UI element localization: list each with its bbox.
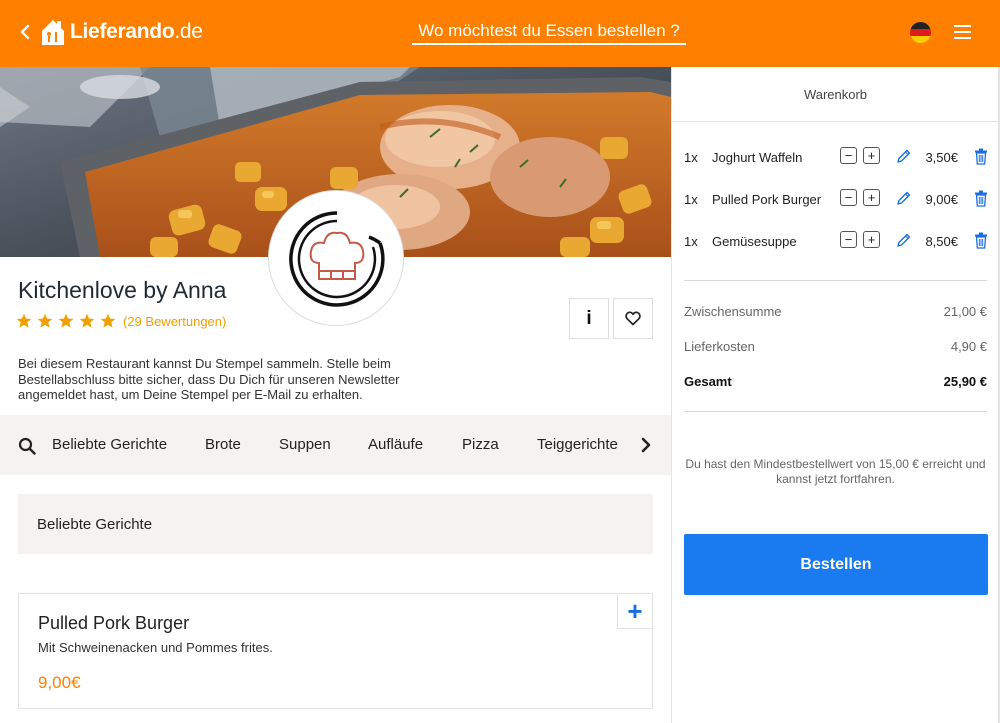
- subtotal-row: Zwischensumme 21,00 €: [684, 304, 987, 319]
- cart-item-name: Gemüsesuppe: [712, 234, 797, 249]
- menu-item-price: 9,00€: [38, 673, 81, 692]
- subtotal-label: Zwischensumme: [684, 304, 782, 319]
- cart-item-qty: 1x: [684, 192, 698, 207]
- cart-item-price: 3,50€: [925, 150, 958, 165]
- cart-item-qty: 1x: [684, 150, 698, 165]
- germany-flag-icon[interactable]: [910, 22, 931, 43]
- increase-button[interactable]: +: [863, 231, 880, 248]
- subtotal-value: 21,00 €: [943, 304, 987, 319]
- cart-title: Warenkorb: [672, 67, 999, 122]
- delivery-value: 4,90 €: [950, 339, 987, 354]
- total-row: Gesamt 25,90 €: [684, 374, 987, 389]
- cart-item: 1x Joghurt Waffeln − + 3,50€: [684, 147, 989, 167]
- delivery-row: Lieferkosten 4,90 €: [684, 339, 987, 354]
- cart-item-qty: 1x: [684, 234, 698, 249]
- star-icon: [16, 313, 32, 328]
- cart-panel: Warenkorb 1x Joghurt Waffeln − + 3,50€ 1…: [671, 67, 999, 723]
- search-icon[interactable]: [18, 437, 36, 455]
- lieferando-logo[interactable]: Lieferando.de: [40, 18, 203, 46]
- trash-icon[interactable]: [974, 190, 988, 207]
- cart-item: 1x Pulled Pork Burger − + 9,00€: [684, 189, 989, 209]
- decrease-button[interactable]: −: [840, 189, 857, 206]
- chef-hat-icon: [289, 211, 385, 307]
- cart-item-name: Pulled Pork Burger: [712, 192, 822, 207]
- restaurant-name: Kitchenlove by Anna: [18, 277, 227, 303]
- trash-icon[interactable]: [974, 232, 988, 249]
- review-count[interactable]: (29 Bewertungen): [123, 314, 226, 329]
- star-icon: [37, 313, 53, 328]
- back-chevron-icon[interactable]: [18, 22, 32, 42]
- decrease-button[interactable]: −: [840, 147, 857, 164]
- category-teiggerichte[interactable]: Teiggerichte: [537, 436, 618, 453]
- increase-button[interactable]: +: [863, 189, 880, 206]
- total-value: 25,90 €: [943, 374, 987, 389]
- minimum-order-message: Du hast den Mindestbestellwert von 15,00…: [685, 457, 986, 486]
- menu-item-description: Mit Schweinenacken und Pommes frites.: [38, 640, 273, 655]
- location-prompt[interactable]: Wo möchtest du Essen bestellen ?: [412, 21, 686, 45]
- delivery-label: Lieferkosten: [684, 339, 755, 354]
- trash-icon[interactable]: [974, 148, 988, 165]
- section-title: Beliebte Gerichte: [37, 516, 153, 533]
- pencil-icon[interactable]: [895, 232, 912, 249]
- increase-button[interactable]: +: [863, 147, 880, 164]
- category-auflaeufe[interactable]: Aufläufe: [368, 436, 423, 453]
- heart-icon: [625, 311, 641, 326]
- star-icon: [58, 313, 74, 328]
- divider: [684, 411, 987, 412]
- divider: [684, 280, 987, 281]
- restaurant-logo: [268, 190, 404, 326]
- total-label: Gesamt: [684, 374, 732, 389]
- category-pizza[interactable]: Pizza: [462, 436, 499, 453]
- category-suppen[interactable]: Suppen: [279, 436, 331, 453]
- cart-item-price: 9,00€: [925, 192, 958, 207]
- info-button[interactable]: i: [569, 298, 609, 339]
- menu-item-card[interactable]: Pulled Pork Burger Mit Schweinenacken un…: [18, 593, 653, 709]
- favorite-button[interactable]: [613, 298, 653, 339]
- logo-text: Lieferando.de: [70, 20, 203, 43]
- pencil-icon[interactable]: [895, 148, 912, 165]
- star-icon: [100, 313, 116, 328]
- chevron-right-icon[interactable]: [639, 436, 653, 454]
- star-icon: [79, 313, 95, 328]
- rating-stars[interactable]: (29 Bewertungen): [16, 313, 226, 329]
- top-header: Lieferando.de Wo möchtest du Essen beste…: [0, 0, 1000, 67]
- decrease-button[interactable]: −: [840, 231, 857, 248]
- cart-item-price: 8,50€: [925, 234, 958, 249]
- restaurant-description: Bei diesem Restaurant kannst Du Stempel …: [18, 356, 400, 402]
- menu-item-name: Pulled Pork Burger: [38, 613, 190, 633]
- section-header: Beliebte Gerichte: [18, 494, 653, 554]
- cart-item: 1x Gemüsesuppe − + 8,50€: [684, 231, 989, 251]
- order-button[interactable]: Bestellen: [684, 534, 988, 595]
- house-logo-icon: [42, 20, 64, 45]
- add-item-button[interactable]: +: [617, 594, 652, 629]
- category-beliebte-gerichte[interactable]: Beliebte Gerichte: [52, 436, 167, 453]
- category-brote[interactable]: Brote: [205, 436, 241, 453]
- cart-item-name: Joghurt Waffeln: [712, 150, 803, 165]
- hamburger-menu-icon[interactable]: [954, 25, 971, 40]
- category-bar: Beliebte Gerichte Brote Suppen Aufläufe …: [0, 415, 671, 475]
- pencil-icon[interactable]: [895, 190, 912, 207]
